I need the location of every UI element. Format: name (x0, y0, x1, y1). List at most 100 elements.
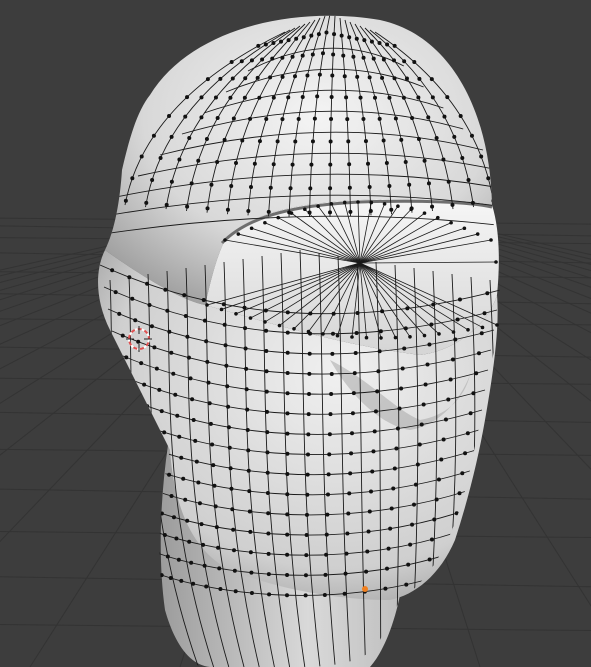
mesh-vertex (279, 39, 284, 44)
mesh-vertex (346, 139, 351, 144)
mesh-vertex (411, 502, 416, 507)
mesh-vertex (392, 76, 397, 81)
mesh-vertex (264, 369, 269, 374)
mesh-vertex (387, 184, 392, 189)
mesh-vertex (389, 207, 394, 212)
mesh-vertex (460, 471, 465, 476)
mesh-vertex (480, 325, 485, 330)
mesh-vertex (240, 138, 245, 143)
mesh-vertex (309, 33, 314, 38)
mesh-vertex (171, 371, 176, 376)
mesh-vertex (351, 54, 356, 59)
mesh-vertex (335, 333, 340, 338)
mesh-vertex (247, 489, 252, 494)
mesh-vertex (271, 95, 276, 100)
mesh-vertex (489, 238, 493, 242)
mesh-vertex (412, 60, 417, 65)
mesh-vertex (185, 204, 190, 209)
head-mesh[interactable] (72, 14, 562, 667)
mesh-vertex (399, 386, 404, 391)
mesh-vertex (169, 494, 174, 499)
mesh-vertex (450, 357, 455, 362)
mesh-vertex (342, 591, 347, 596)
mesh-vertex (189, 181, 194, 186)
mesh-vertex (460, 156, 465, 161)
mesh-vertex (327, 432, 332, 437)
mesh-vertex (421, 402, 426, 407)
mesh-vertex (201, 298, 206, 303)
mesh-vertex (353, 351, 358, 356)
mesh-vertex (120, 333, 125, 338)
mesh-vertex (110, 268, 115, 273)
mesh-vertex (248, 185, 253, 190)
mesh-vertex (230, 76, 235, 81)
mesh-vertex (324, 532, 329, 537)
mesh-vertex (494, 260, 498, 264)
mesh-vertex (399, 137, 404, 142)
mesh-vertex (285, 370, 290, 375)
mesh-vertex (264, 409, 269, 414)
mesh-vertex (130, 176, 135, 181)
mesh-vertex (290, 54, 295, 59)
mesh-vertex (326, 472, 331, 477)
mesh-vertex (285, 573, 290, 578)
mesh-vertex (465, 431, 470, 436)
mesh-vertex (378, 329, 383, 334)
mesh-vertex (139, 154, 144, 159)
mesh-vertex (470, 200, 475, 205)
mesh-vertex (164, 202, 169, 207)
mesh-vertex (427, 557, 432, 562)
mesh-vertex (145, 281, 150, 286)
mesh-vertex (300, 53, 305, 58)
mesh-vertex (361, 117, 366, 122)
mesh-vertex (329, 94, 334, 99)
mesh-vertex (205, 303, 209, 307)
mesh-vertex (328, 412, 333, 417)
mesh-vertex (167, 329, 172, 334)
mesh-vertex (226, 425, 231, 430)
mesh-vertex (330, 331, 335, 336)
mesh-vertex (377, 349, 382, 354)
mesh-vertex (356, 200, 360, 204)
mesh-vertex (425, 362, 430, 367)
mesh-vertex (325, 512, 330, 517)
mesh-vertex (348, 209, 353, 214)
mesh-vertex (169, 134, 174, 139)
mesh-vertex (159, 409, 164, 414)
mesh-vertex (204, 136, 209, 141)
mesh-vertex (301, 35, 306, 40)
mesh-vertex (429, 322, 434, 327)
mesh-vertex (403, 326, 408, 331)
mesh-vertex (255, 75, 260, 80)
mesh-vertex (350, 411, 355, 416)
mesh-vertex (223, 343, 228, 348)
mesh-vertex (266, 572, 271, 577)
mesh-vertex (446, 179, 451, 184)
mesh-vertex (280, 117, 285, 122)
mesh-vertex (358, 95, 363, 100)
mesh-vertex (257, 139, 262, 144)
mesh-vertex (367, 75, 372, 80)
mesh-vertex (350, 431, 355, 436)
mesh-vertex (365, 549, 370, 554)
mesh-vertex (142, 382, 147, 387)
3d-viewport[interactable] (0, 0, 591, 667)
mesh-vertex (224, 363, 229, 368)
mesh-vertex (436, 215, 440, 220)
mesh-vertex (136, 339, 141, 344)
mesh-vertex (402, 59, 407, 64)
mesh-vertex (159, 573, 164, 578)
mesh-vertex (348, 471, 353, 476)
mesh-vertex (304, 533, 309, 538)
mesh-vertex (317, 72, 322, 77)
mesh-vertex (296, 116, 301, 121)
mesh-vertex (215, 115, 220, 120)
mesh-vertex (323, 572, 328, 577)
selected-vertex-icon[interactable] (362, 586, 368, 592)
mesh-vertex (199, 115, 204, 120)
viewport-canvas[interactable] (0, 0, 591, 667)
mesh-vertex (162, 533, 167, 538)
mesh-vertex (377, 41, 382, 46)
mesh-vertex (446, 397, 451, 402)
mesh-vertex (441, 157, 446, 162)
